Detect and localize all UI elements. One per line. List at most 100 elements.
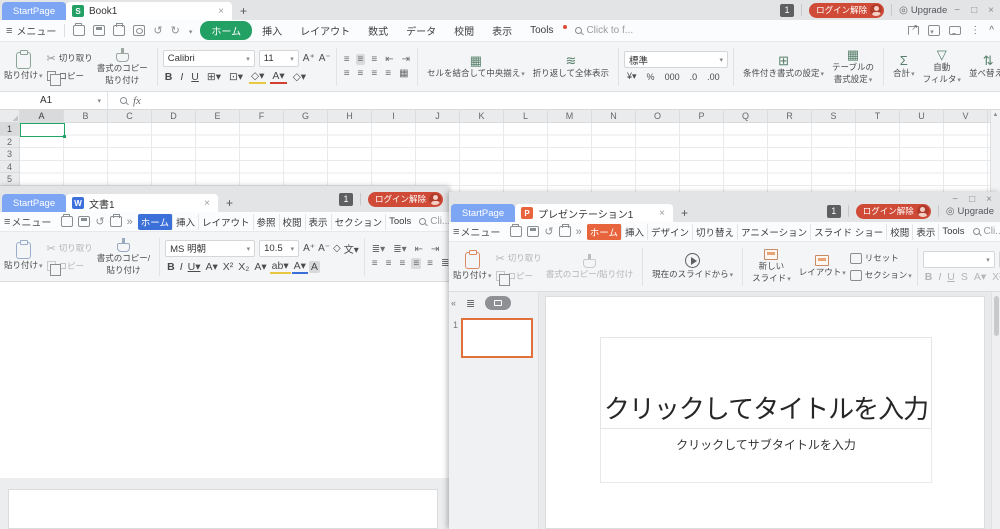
minimize-icon[interactable]: − — [954, 5, 960, 16]
column-header[interactable]: A — [20, 110, 64, 122]
copy-button[interactable]: コピー — [496, 270, 542, 282]
print-preview-icon[interactable] — [133, 25, 145, 36]
copy-button[interactable]: コピー — [47, 260, 93, 272]
comment-icon[interactable] — [949, 26, 961, 35]
scrollbar-thumb[interactable] — [994, 296, 999, 336]
font-size-select[interactable]: 11 — [259, 50, 299, 67]
number-format-button[interactable]: 000 — [662, 72, 683, 82]
row-header[interactable]: 3 — [0, 148, 19, 161]
font-effect-button[interactable]: A▾ — [204, 261, 220, 273]
copy-button[interactable]: コピー — [47, 70, 93, 82]
cut-button[interactable]: ✂ 切り取り — [47, 52, 93, 65]
open-icon[interactable] — [73, 25, 85, 36]
menu-tab[interactable]: ホーム — [138, 214, 173, 230]
hamburger-icon[interactable]: ≡ — [6, 25, 12, 37]
more-tools-icon[interactable]: » — [127, 216, 133, 228]
column-header[interactable]: N — [592, 110, 636, 122]
menu-tab[interactable]: 校閲 — [887, 224, 913, 240]
column-header[interactable]: U — [900, 110, 944, 122]
align-button[interactable]: ≡ — [356, 54, 366, 65]
upgrade-button[interactable]: ◎ Upgrade — [946, 206, 994, 217]
column-header[interactable]: H — [328, 110, 372, 122]
column-header[interactable]: S — [812, 110, 856, 122]
menu-label[interactable]: メニュー — [460, 224, 500, 239]
notification-badge[interactable]: 1 — [339, 193, 353, 206]
slide-scrollbar[interactable] — [991, 292, 1000, 529]
close-tab-icon[interactable]: × — [216, 6, 226, 17]
font-tool-button[interactable]: A⁺ — [303, 243, 315, 254]
menu-tab[interactable]: デザイン — [648, 224, 693, 240]
align-button[interactable]: ≡ — [383, 68, 393, 79]
tab-presentation1[interactable]: P プレゼンテーション1 × — [515, 204, 673, 222]
align-button[interactable]: ≡ — [369, 68, 379, 79]
font-name-select[interactable]: Calibri — [163, 50, 255, 67]
hamburger-icon[interactable]: ≡ — [4, 216, 10, 228]
menu-tab[interactable]: 挿入 — [254, 21, 290, 40]
number-format-button[interactable]: .0 — [687, 72, 701, 82]
collapse-ribbon-icon[interactable]: ^ — [989, 25, 994, 36]
restore-icon[interactable]: □ — [971, 5, 977, 16]
hamburger-icon[interactable]: ≡ — [453, 226, 459, 238]
menu-tab[interactable]: データ — [398, 21, 444, 40]
menu-tab[interactable]: 切り替え — [693, 224, 738, 240]
font-effect-button[interactable]: S — [959, 271, 970, 283]
font-effect-button[interactable]: B — [165, 261, 177, 273]
select-all-corner[interactable] — [0, 110, 20, 122]
align-button[interactable]: ≡ — [369, 54, 379, 65]
column-header[interactable]: V — [944, 110, 988, 122]
menu-tab[interactable]: 表示 — [306, 214, 332, 230]
maximize-icon[interactable]: □ — [969, 194, 975, 205]
format-painter-button[interactable]: 書式のコピー/貼り付け — [542, 254, 637, 280]
menu-tab[interactable]: 参照 — [254, 214, 280, 230]
paste-button[interactable]: 貼り付け — [449, 252, 496, 281]
tab-book1[interactable]: S Book1 × — [66, 2, 232, 20]
minimize-icon[interactable]: − — [952, 194, 958, 205]
align-button[interactable]: ≡ — [370, 258, 380, 269]
font-effect-button[interactable]: X² — [990, 271, 1000, 283]
font-effect-button[interactable]: A▾ — [972, 271, 988, 283]
close-window-icon[interactable]: × — [988, 5, 994, 16]
font-tool-button[interactable]: 文▾ — [344, 241, 359, 256]
font-effect-button[interactable]: ◇▾ — [249, 70, 266, 84]
list-button[interactable]: ⇥ — [429, 244, 441, 255]
menu-tab[interactable]: セクション — [332, 214, 387, 230]
zoom-search-icon[interactable] — [120, 97, 127, 104]
new-tab-button[interactable]: + — [232, 2, 255, 20]
autofilter-button[interactable]: ▽ 自動 フィルタ — [919, 48, 965, 85]
font-effect-button[interactable]: U — [189, 71, 201, 83]
column-header[interactable]: B — [64, 110, 108, 122]
tab-startpage[interactable]: StartPage — [2, 194, 66, 212]
reset-button[interactable]: リセット — [850, 252, 912, 264]
align-button[interactable]: ▦ — [397, 68, 410, 79]
outline-view-icon[interactable]: ≣ — [466, 297, 475, 310]
font-effect-button[interactable]: B — [923, 271, 935, 283]
font-effect-button[interactable]: ⊞▾ — [205, 71, 223, 83]
new-tab-button[interactable]: + — [218, 194, 241, 212]
menu-tab[interactable]: Tools — [386, 215, 414, 228]
align-button[interactable]: ⇥ — [400, 54, 412, 65]
align-button[interactable]: ≡ — [397, 258, 407, 269]
notification-badge[interactable]: 1 — [780, 4, 794, 17]
menu-tab[interactable]: 表示 — [484, 21, 520, 40]
save-icon[interactable] — [78, 216, 90, 227]
column-header[interactable]: D — [152, 110, 196, 122]
paste-button[interactable]: 貼り付け — [0, 242, 47, 271]
column-header[interactable]: T — [856, 110, 900, 122]
column-header[interactable]: M — [548, 110, 592, 122]
section-button[interactable]: セクション — [850, 269, 912, 281]
align-button[interactable]: ≡ — [342, 68, 352, 79]
sort-button[interactable]: ⇅ 並べ替え — [965, 54, 1000, 79]
shrink-font-button[interactable]: A⁻ — [319, 53, 331, 64]
logout-button[interactable]: ログイン解除 — [368, 192, 443, 207]
close-tab-icon[interactable]: × — [657, 208, 667, 219]
number-format-button[interactable]: ¥▾ — [624, 71, 640, 82]
paste-button[interactable]: 貼り付け — [0, 52, 47, 81]
row-header[interactable]: 4 — [0, 161, 19, 174]
subtitle-placeholder[interactable]: クリックしてサブタイトルを入力 — [600, 429, 932, 483]
align-button[interactable]: ⇤ — [383, 54, 395, 65]
open-icon[interactable] — [61, 216, 73, 227]
menu-tab[interactable]: ホーム — [587, 224, 622, 240]
menu-tab[interactable]: 挿入 — [622, 224, 648, 240]
font-name-select[interactable] — [923, 251, 995, 268]
cut-button[interactable]: ✂ 切り取り — [47, 242, 93, 255]
